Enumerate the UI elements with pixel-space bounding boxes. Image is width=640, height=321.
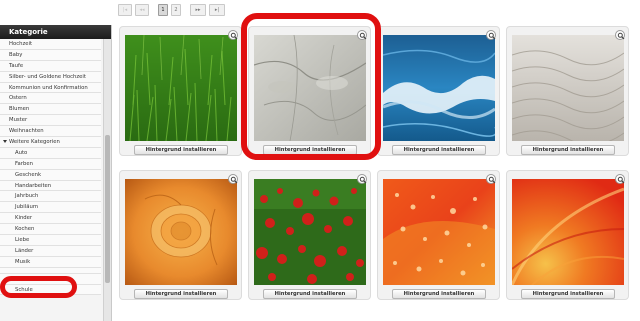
- wallpaper-thumbnail-ocean-wave[interactable]: [383, 35, 495, 141]
- magnifier-icon[interactable]: [615, 174, 625, 184]
- category-jubilaeum[interactable]: Jubiläum: [0, 202, 101, 214]
- magnifier-icon[interactable]: [486, 30, 496, 40]
- pager-spacer: [152, 4, 155, 16]
- next-page-button[interactable]: ▸▸: [190, 4, 206, 16]
- wallpaper-tile[interactable]: Hintergrund installieren: [506, 26, 629, 156]
- wallpaper-tile[interactable]: Hintergrund installieren: [119, 170, 242, 300]
- wallpaper-thumbnail-red-poppy-field[interactable]: [254, 179, 366, 285]
- category-farben[interactable]: Farben: [0, 158, 101, 170]
- category-kochen[interactable]: Kochen: [0, 224, 101, 236]
- wallpaper-tile[interactable]: Hintergrund installieren: [506, 170, 629, 300]
- category-kommunion-konfirmation[interactable]: Kommunion und Konfirmation: [0, 82, 101, 94]
- sidebar-scrollbar[interactable]: [103, 39, 111, 321]
- highlight-ring-natur: [0, 276, 77, 298]
- category-kinder[interactable]: Kinder: [0, 213, 101, 225]
- category-list: Hochzeit Baby Taufe Silber- und Goldene …: [0, 39, 101, 296]
- category-jahrbuch[interactable]: Jahrbuch: [0, 191, 101, 203]
- magnifier-icon[interactable]: [228, 30, 238, 40]
- magnifier-icon[interactable]: [228, 174, 238, 184]
- category-baby[interactable]: Baby: [0, 49, 101, 61]
- category-auto[interactable]: Auto: [0, 147, 101, 159]
- wallpaper-tile[interactable]: Hintergrund installieren: [248, 170, 371, 300]
- first-page-button[interactable]: |◂: [118, 4, 132, 16]
- wallpaper-thumbnail-red-orange-flower[interactable]: [512, 179, 624, 285]
- category-blumen[interactable]: Blumen: [0, 104, 101, 116]
- wallpaper-tile[interactable]: Hintergrund installieren: [119, 26, 242, 156]
- install-background-button[interactable]: Hintergrund installieren: [392, 145, 486, 155]
- category-silber-goldene-hochzeit[interactable]: Silber- und Goldene Hochzeit: [0, 71, 101, 83]
- category-hochzeit[interactable]: Hochzeit: [0, 39, 101, 50]
- more-categories-toggle[interactable]: Weitere Kategorien: [0, 137, 101, 148]
- category-ostern[interactable]: Ostern: [0, 93, 101, 105]
- pager-spacer: [184, 4, 187, 16]
- wallpaper-thumbnail-grass[interactable]: [125, 35, 237, 141]
- install-background-button[interactable]: Hintergrund installieren: [134, 289, 228, 299]
- category-weihnachten[interactable]: Weihnachten: [0, 126, 101, 138]
- wallpaper-thumbnail-orange-rose[interactable]: [125, 179, 237, 285]
- install-background-button[interactable]: Hintergrund installieren: [521, 145, 615, 155]
- highlight-ring-stone-tile: [241, 13, 381, 160]
- scrollbar-thumb[interactable]: [105, 135, 110, 283]
- triangle-down-icon: [3, 140, 7, 144]
- magnifier-icon[interactable]: [357, 174, 367, 184]
- category-geschenk[interactable]: Geschenk: [0, 169, 101, 181]
- pagination: |◂ ◂◂ 1 2 ▸▸ ▸|: [118, 4, 225, 16]
- page-2-button[interactable]: 2: [171, 4, 181, 16]
- category-musik[interactable]: Musik: [0, 256, 101, 268]
- category-laender[interactable]: Länder: [0, 245, 101, 257]
- wallpaper-thumbnail-water-drops-petal[interactable]: [383, 179, 495, 285]
- category-handarbeiten[interactable]: Handarbeiten: [0, 180, 101, 192]
- prev-page-button[interactable]: ◂◂: [135, 4, 149, 16]
- page-1-button[interactable]: 1: [158, 4, 168, 16]
- sidebar-title: Kategorie: [0, 25, 111, 39]
- wallpaper-tile[interactable]: Hintergrund installieren: [377, 26, 500, 156]
- category-taufe[interactable]: Taufe: [0, 60, 101, 72]
- wallpaper-thumbnail-sand-dunes[interactable]: [512, 35, 624, 141]
- category-liebe[interactable]: Liebe: [0, 235, 101, 246]
- install-background-button[interactable]: Hintergrund installieren: [263, 289, 357, 299]
- install-background-button[interactable]: Hintergrund installieren: [521, 289, 615, 299]
- category-muster[interactable]: Muster: [0, 115, 101, 127]
- more-categories-label: Weitere Kategorien: [9, 139, 60, 146]
- wallpaper-tile[interactable]: Hintergrund installieren: [377, 170, 500, 300]
- last-page-button[interactable]: ▸|: [209, 4, 225, 16]
- install-background-button[interactable]: Hintergrund installieren: [134, 145, 228, 155]
- install-background-button[interactable]: Hintergrund installieren: [392, 289, 486, 299]
- magnifier-icon[interactable]: [615, 30, 625, 40]
- magnifier-icon[interactable]: [486, 174, 496, 184]
